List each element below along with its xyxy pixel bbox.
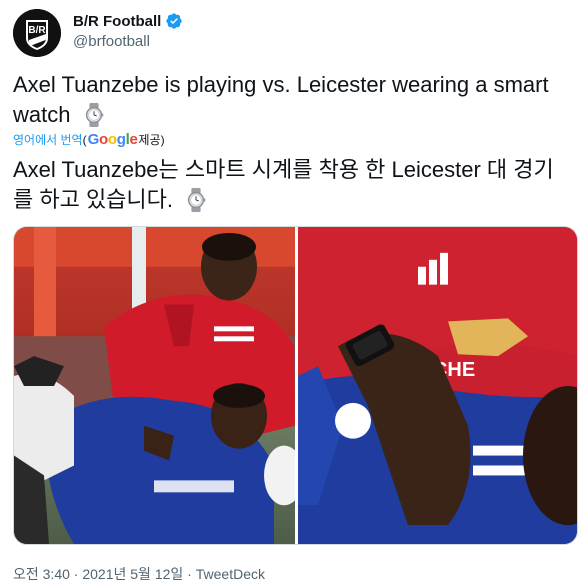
- avatar[interactable]: B/R: [13, 9, 61, 57]
- watch-emoji-icon: [188, 188, 206, 212]
- google-logo: Google: [87, 131, 138, 148]
- avatar-text: B/R: [28, 25, 46, 36]
- tweet-date[interactable]: 2021년 5월 12일: [82, 566, 183, 582]
- tweet-time[interactable]: 오전 3:40: [13, 566, 70, 582]
- separator-2: ·: [183, 566, 196, 582]
- handle[interactable]: @brfootball: [73, 33, 150, 50]
- photo-players-wide[interactable]: [14, 227, 295, 544]
- translated-from-label[interactable]: 영어에서 번역: [13, 131, 83, 148]
- tweet-text: Axel Tuanzebe is playing vs. Leicester w…: [13, 70, 573, 130]
- provided-label: 제공): [138, 133, 165, 147]
- photo-watch-closeup[interactable]: CHE: [298, 227, 578, 544]
- separator-1: ·: [69, 566, 83, 582]
- paren-open: (: [82, 132, 87, 147]
- tweet-footer: 오전 3:40 · 2021년 5월 12일 · TweetDeck: [13, 564, 265, 584]
- display-name[interactable]: B/R Football: [73, 13, 161, 30]
- watch-emoji-icon: [85, 103, 103, 127]
- translated-text: Axel Tuanzebe는 스마트 시계를 착용 한 Leicester 대 …: [13, 155, 573, 215]
- verified-badge-icon: [166, 13, 183, 29]
- br-logo-icon: B/R: [13, 9, 61, 57]
- translation-attribution: 영어에서 번역 ( Google 제공): [13, 131, 165, 148]
- tweet-header: B/R B/R Football @brfootball: [13, 8, 573, 58]
- name-row: B/R Football: [73, 12, 183, 30]
- tweet-source[interactable]: TweetDeck: [196, 566, 265, 582]
- translated-body: Axel Tuanzebe는 스마트 시계를 착용 한 Leicester 대 …: [13, 157, 554, 212]
- tweet-media[interactable]: CHE: [13, 226, 578, 545]
